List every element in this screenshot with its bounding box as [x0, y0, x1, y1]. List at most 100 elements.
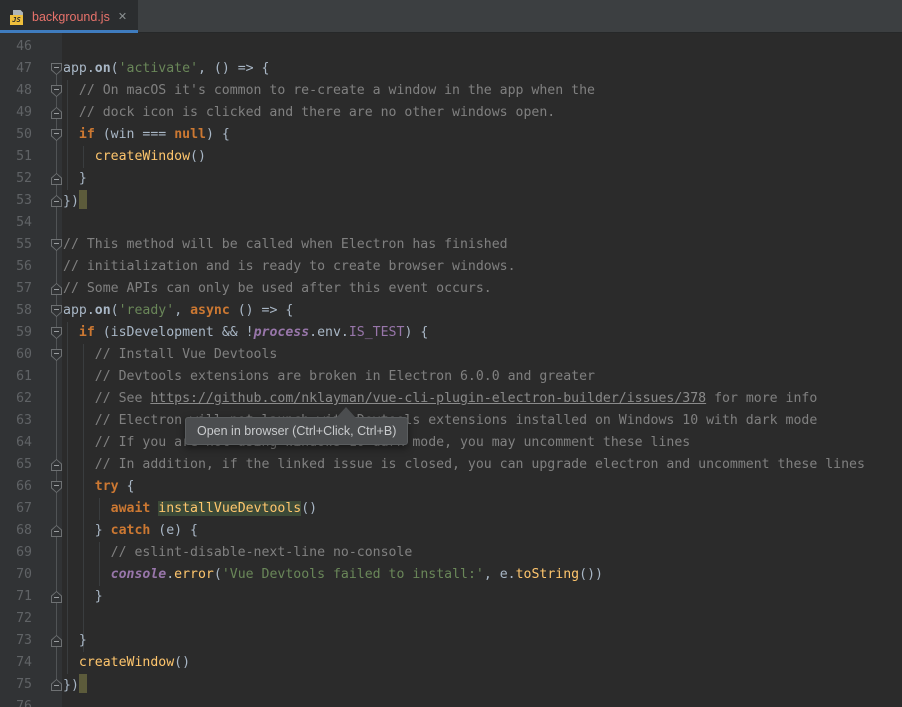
- code-token: (): [301, 501, 318, 516]
- code-token: }: [63, 633, 87, 648]
- code-line[interactable]: if (isDevelopment && !process.env.IS_TES…: [0, 322, 902, 344]
- code-token: (isDevelopment && !: [94, 325, 254, 340]
- code-token: }: [63, 171, 87, 186]
- code-line[interactable]: // On macOS it's common to re-create a w…: [0, 80, 902, 102]
- code-token: on: [94, 303, 111, 318]
- code-line[interactable]: if (win === null) {: [0, 124, 902, 146]
- code-token: // Electron will not launch with Devtool…: [63, 413, 818, 428]
- code-token: if: [78, 325, 95, 340]
- code-token: for more info: [706, 391, 818, 406]
- close-tab-icon[interactable]: ✕: [118, 10, 127, 23]
- code-token: await: [110, 501, 151, 516]
- code-token: null: [174, 127, 206, 142]
- code-token: }): [63, 194, 79, 209]
- code-line[interactable]: // dock icon is clicked and there are no…: [0, 102, 902, 124]
- code-line[interactable]: // Electron will not launch with Devtool…: [0, 410, 902, 432]
- code-token: {: [118, 479, 135, 494]
- code-token: try: [94, 479, 119, 494]
- code-editor[interactable]: 46 47 48 49 50 51 52 53 54 55 56 57 58 59 60 61 62 63 64 65…: [0, 33, 902, 707]
- code-line[interactable]: app.on('ready', async () => {: [0, 300, 902, 322]
- code-token: // See: [63, 391, 151, 406]
- code-line[interactable]: [0, 212, 902, 234]
- code-token: ) {: [205, 127, 230, 142]
- code-token: // In addition, if the linked issue is c…: [63, 457, 865, 472]
- code-line[interactable]: // In addition, if the linked issue is c…: [0, 454, 902, 476]
- code-line[interactable]: app.on('activate', () => {: [0, 58, 902, 80]
- code-token: process: [253, 325, 310, 340]
- code-line[interactable]: }: [0, 586, 902, 608]
- tab-background-js[interactable]: JS background.js ✕: [0, 0, 138, 33]
- tooltip-arrow-icon: [336, 407, 356, 418]
- code-token: // dock icon is clicked and there are no…: [63, 105, 556, 120]
- code-line[interactable]: }: [0, 168, 902, 190]
- code-token: console: [110, 567, 167, 582]
- open-in-browser-tooltip: Open in browser (Ctrl+Click, Ctrl+B): [185, 407, 409, 445]
- code-line[interactable]: createWindow(): [0, 652, 902, 674]
- highlighted-identifier: installVueDevtools: [158, 501, 302, 516]
- code-token: (: [110, 303, 119, 318]
- code-token: async: [190, 303, 230, 318]
- code-token: }: [63, 589, 103, 604]
- code-line[interactable]: [0, 696, 902, 707]
- code-token: ,: [174, 303, 191, 318]
- code-token: // Install Vue Devtools: [63, 347, 278, 362]
- code-token: ()): [579, 567, 603, 582]
- code-line[interactable]: }): [0, 674, 902, 696]
- code-line[interactable]: // initialization and is ready to create…: [0, 256, 902, 278]
- js-file-icon: JS: [10, 9, 26, 25]
- code-token: (e) {: [150, 523, 198, 538]
- code-token: }: [63, 523, 111, 538]
- caret-block: [78, 674, 87, 693]
- code-token: () => {: [229, 303, 294, 318]
- code-token: app.: [63, 61, 95, 76]
- code-token: 'Vue Devtools failed to install:': [221, 567, 484, 582]
- caret-block: [78, 190, 87, 209]
- code-token: // Some APIs can only be used after this…: [63, 281, 492, 296]
- code-token: IS_TEST: [348, 325, 405, 340]
- code-token: (: [213, 567, 222, 582]
- code-line[interactable]: [0, 36, 902, 58]
- js-badge: JS: [10, 14, 23, 25]
- code-token: ) {: [404, 325, 429, 340]
- code-line[interactable]: // Some APIs can only be used after this…: [0, 278, 902, 300]
- code-token: // This method will be called when Elect…: [63, 237, 508, 252]
- code-token: createWindow: [78, 655, 175, 670]
- code-token: catch: [110, 523, 151, 538]
- ide-window: JS background.js ✕ 46 47 48 49 50 51 52 53 54 55 5…: [0, 0, 902, 707]
- code-line[interactable]: // eslint-disable-next-line no-console: [0, 542, 902, 564]
- code-token: , () => {: [198, 61, 270, 76]
- code-token: .: [166, 567, 175, 582]
- code-line[interactable]: // If you are not using Windows 10 dark …: [0, 432, 902, 454]
- code-line[interactable]: // Install Vue Devtools: [0, 344, 902, 366]
- code-line[interactable]: [0, 608, 902, 630]
- code-line[interactable]: createWindow(): [0, 146, 902, 168]
- code-token: app.: [63, 303, 95, 318]
- code-token: error: [174, 567, 214, 582]
- code-token: (win ===: [94, 127, 175, 142]
- code-line[interactable]: console.error('Vue Devtools failed to in…: [0, 564, 902, 586]
- code-line[interactable]: }): [0, 190, 902, 212]
- code-line[interactable]: // See https://github.com/nklayman/vue-c…: [0, 388, 902, 410]
- code-lines: app.on('activate', () => { // On macOS i…: [0, 36, 902, 707]
- code-line[interactable]: // This method will be called when Elect…: [0, 234, 902, 256]
- tooltip-text: Open in browser (Ctrl+Click, Ctrl+B): [197, 424, 397, 438]
- code-token: // Devtools extensions are broken in Ele…: [63, 369, 595, 384]
- code-token: createWindow: [94, 149, 191, 164]
- code-token: (): [190, 149, 206, 164]
- code-line[interactable]: try {: [0, 476, 902, 498]
- code-line[interactable]: }: [0, 630, 902, 652]
- code-token: on: [94, 61, 111, 76]
- comment-hyperlink[interactable]: https://github.com/nklayman/vue-cli-plug…: [150, 391, 706, 406]
- code-line[interactable]: } catch (e) {: [0, 520, 902, 542]
- code-token: if: [78, 127, 95, 142]
- code-line[interactable]: await installVueDevtools(): [0, 498, 902, 520]
- code-line[interactable]: // Devtools extensions are broken in Ele…: [0, 366, 902, 388]
- code-token: 'ready': [118, 303, 175, 318]
- code-token: // eslint-disable-next-line no-console: [63, 545, 413, 560]
